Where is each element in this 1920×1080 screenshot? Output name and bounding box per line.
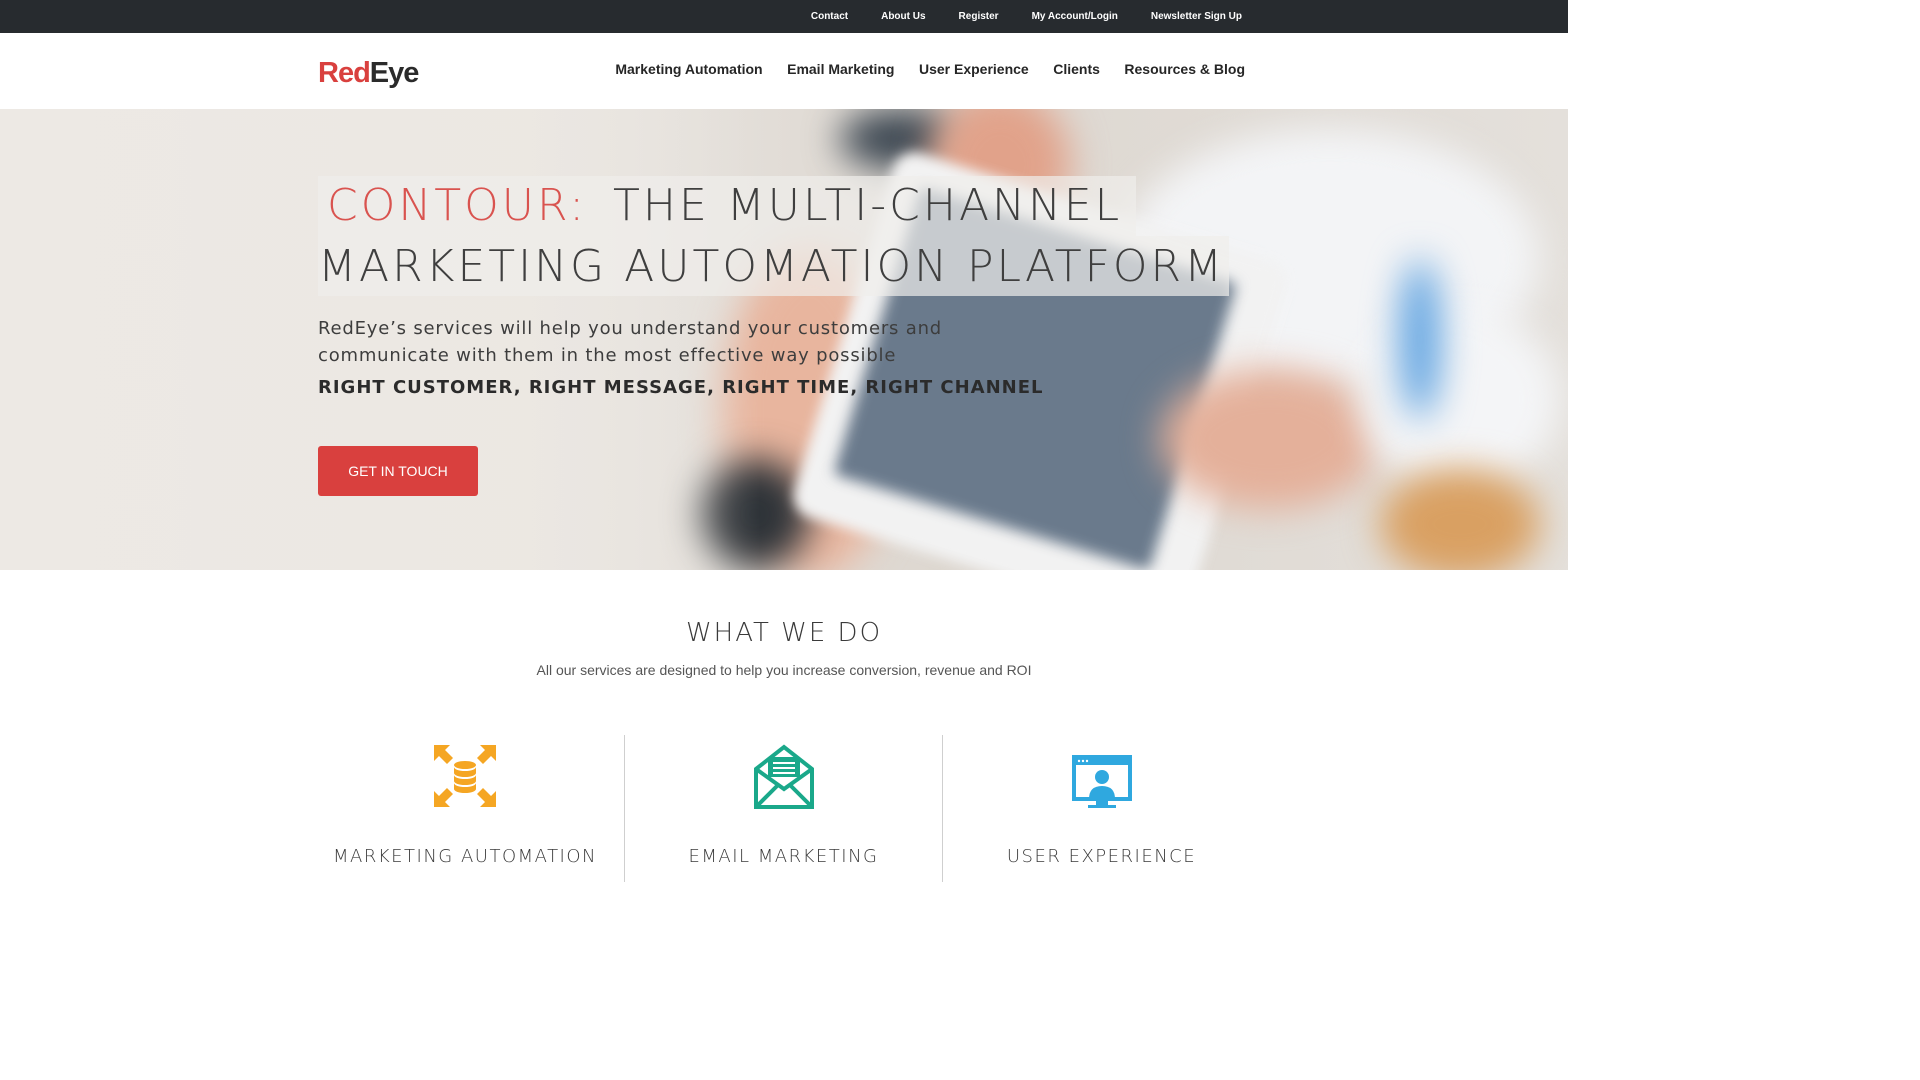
register-link[interactable]: Register <box>959 11 999 22</box>
about-us-link[interactable]: About Us <box>881 11 925 22</box>
logo-dark-text: Eye <box>369 57 420 89</box>
hero-subtext: RedEye’s services will help you understa… <box>318 318 943 366</box>
contact-link[interactable]: Contact <box>811 11 848 22</box>
hero-tagline: RIGHT CUSTOMER, RIGHT MESSAGE, RIGHT TIM… <box>318 377 1044 398</box>
headline-rest: THE MULTI-CHANNEL <box>613 180 1123 231</box>
monitor-user-icon <box>1071 755 1132 808</box>
nav-marketing-automation[interactable]: Marketing Automation <box>615 61 762 77</box>
site-header: RedEye Marketing Automation Email Market… <box>0 33 1568 109</box>
headline-accent: CONTOUR: <box>327 180 588 231</box>
top-utility-bar: Contact About Us Register My Account/Log… <box>0 0 1568 33</box>
nav-user-experience[interactable]: User Experience <box>919 61 1029 77</box>
envelope-icon <box>753 744 814 809</box>
nav-clients[interactable]: Clients <box>1053 61 1100 77</box>
main-nav: Marketing Automation Email Marketing Use… <box>615 61 1245 77</box>
hero-banner: CONTOUR: THE MULTI-CHANNEL MARKETING AUTO… <box>0 109 1568 570</box>
headline-line-2: MARKETING AUTOMATION PLATFORM <box>318 236 1230 296</box>
service-label: USER EXPERIENCE <box>1006 846 1197 867</box>
account-login-link[interactable]: My Account/Login <box>1032 11 1118 22</box>
logo-red-text: Red <box>318 57 371 89</box>
service-label: EMAIL MARKETING <box>688 846 879 867</box>
get-in-touch-button[interactable]: GET IN TOUCH <box>318 446 478 496</box>
service-label: MARKETING AUTOMATION <box>333 846 597 867</box>
nav-email-marketing[interactable]: Email Marketing <box>787 61 894 77</box>
newsletter-signup-link[interactable]: Newsletter Sign Up <box>1151 11 1242 22</box>
utility-links: Contact About Us Register My Account/Log… <box>811 0 1242 33</box>
service-email-marketing[interactable]: EMAIL MARKETING <box>624 735 942 882</box>
what-we-do-title: WHAT WE DO <box>685 618 883 648</box>
hero-headline: CONTOUR: THE MULTI-CHANNEL MARKETING AUTO… <box>318 176 1230 296</box>
services-row: MARKETING AUTOMATION EMAIL MARKETING USE… <box>306 735 1262 882</box>
headline-line-1: CONTOUR: THE MULTI-CHANNEL <box>318 176 1137 236</box>
service-user-experience[interactable]: USER EXPERIENCE <box>942 735 1260 882</box>
redeye-logo[interactable]: RedEye <box>318 57 420 89</box>
database-expand-icon <box>434 745 496 807</box>
what-we-do-subtitle: All our services are designed to help yo… <box>536 662 1032 678</box>
service-marketing-automation[interactable]: MARKETING AUTOMATION <box>306 735 624 882</box>
nav-resources-blog[interactable]: Resources & Blog <box>1124 61 1245 77</box>
